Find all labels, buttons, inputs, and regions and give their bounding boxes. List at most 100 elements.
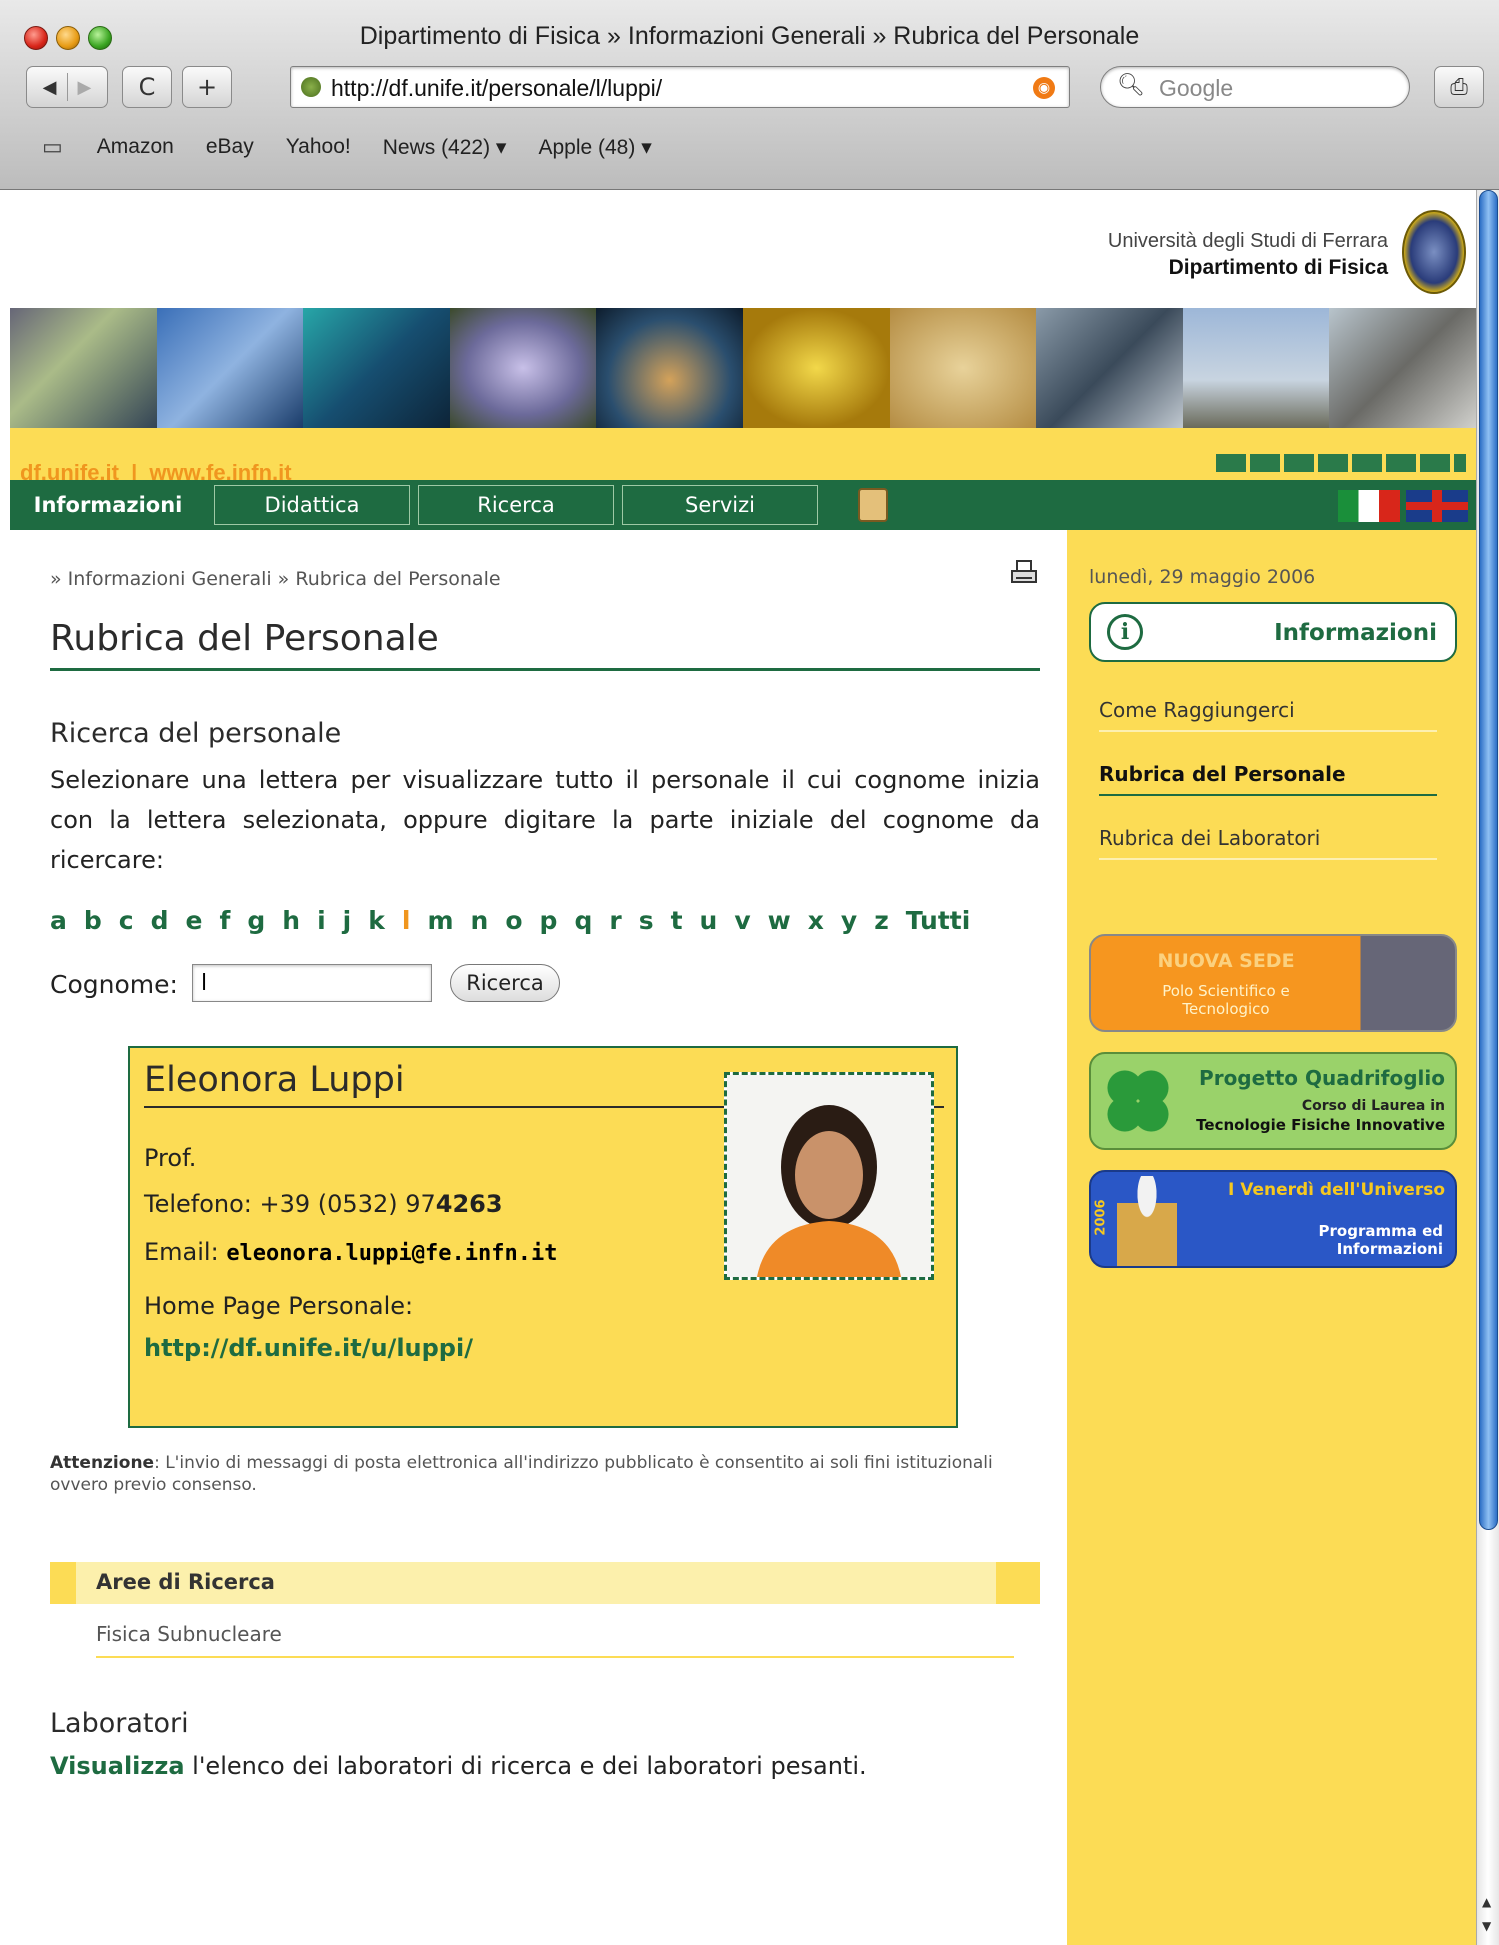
italian-flag-icon[interactable]: [1338, 490, 1400, 522]
letter-link-r[interactable]: r: [609, 906, 621, 935]
rss-icon[interactable]: ◉: [1033, 77, 1055, 99]
reload-icon: C: [138, 73, 156, 101]
person-email: Email: eleonora.luppi@fe.infn.it: [144, 1238, 557, 1266]
book-icon[interactable]: ▭: [42, 134, 63, 160]
bookmark-yahoo[interactable]: Yahoo!: [286, 135, 351, 159]
research-area-item: Fisica Subnucleare: [96, 1622, 282, 1646]
cognome-input[interactable]: [192, 964, 432, 1002]
back-arrow-icon[interactable]: ◀: [43, 77, 57, 98]
scroll-down-arrow-icon[interactable]: ▼: [1482, 1919, 1491, 1933]
notebook-icon[interactable]: [858, 488, 888, 522]
alphabet-index: a b c d e f g h i j k l m n o p q r s t u v w x y z Tutti: [50, 906, 987, 935]
back-forward-buttons[interactable]: ◀ ▶: [26, 66, 108, 108]
banner-image-nebula: [596, 308, 743, 428]
letter-link-t[interactable]: t: [671, 906, 683, 935]
letter-link-d[interactable]: d: [151, 906, 169, 935]
letter-link-p[interactable]: p: [540, 906, 558, 935]
bookmark-news[interactable]: News (422) ▾: [383, 135, 507, 160]
plus-icon: +: [196, 73, 218, 101]
nav-didattica[interactable]: Didattica: [214, 485, 410, 525]
bookmarks-bar: ▭ Amazon eBay Yahoo! News (422) ▾ Apple …: [0, 125, 1499, 169]
page-title: Rubrica del Personale: [50, 618, 439, 659]
letter-link-h[interactable]: h: [282, 906, 300, 935]
printer-icon: ⎙: [1450, 74, 1468, 100]
nav-servizi[interactable]: Servizi: [622, 485, 818, 525]
letter-link-o[interactable]: o: [505, 906, 522, 935]
promo-quadrifoglio[interactable]: Progetto Quadrifoglio Corso di Laurea in…: [1089, 1052, 1457, 1150]
scrollbar-thumb[interactable]: [1479, 190, 1498, 1530]
reload-button[interactable]: C: [122, 66, 172, 108]
sidebar-link-rubrica-laboratori[interactable]: Rubrica dei Laboratori: [1099, 826, 1320, 850]
letter-link-v[interactable]: v: [734, 906, 750, 935]
banner-image-crystal: [449, 308, 597, 428]
uk-flag-icon[interactable]: [1406, 490, 1468, 522]
banner-image-telescope: [156, 308, 304, 428]
labs-description: l'elenco dei laboratori di ricerca e dei…: [184, 1752, 867, 1780]
letter-link-q[interactable]: q: [574, 906, 592, 935]
skyline-graphic: [1216, 454, 1466, 472]
vertical-scrollbar[interactable]: ▲ ▼: [1476, 190, 1499, 1945]
homepage-label: Home Page Personale:: [144, 1292, 414, 1320]
letter-link-a[interactable]: a: [50, 906, 67, 935]
info-icon: i: [1107, 614, 1143, 650]
search-field[interactable]: 🔍︎ Google: [1100, 66, 1410, 108]
letter-link-b[interactable]: b: [84, 906, 102, 935]
university-name: Università degli Studi di Ferrara: [1107, 230, 1388, 252]
letter-link-w[interactable]: w: [768, 906, 791, 935]
homepage-link[interactable]: http://df.unife.it/u/luppi/: [144, 1334, 473, 1362]
sidebar-link-come-raggiungerci[interactable]: Come Raggiungerci: [1099, 698, 1295, 722]
letter-link-f[interactable]: f: [219, 906, 230, 935]
promo-quadrifoglio-line1: Corso di Laurea in: [1301, 1098, 1445, 1114]
letter-link-i[interactable]: i: [317, 906, 326, 935]
visualizza-link[interactable]: Visualizza: [50, 1752, 185, 1780]
letter-link-l[interactable]: l: [402, 906, 411, 935]
informazioni-box[interactable]: i Informazioni: [1089, 602, 1457, 662]
letter-link-j[interactable]: j: [343, 906, 352, 935]
letter-link-n[interactable]: n: [471, 906, 489, 935]
university-seal-logo: [1402, 210, 1466, 294]
print-page-icon[interactable]: [1010, 560, 1038, 586]
scroll-up-arrow-icon[interactable]: ▲: [1482, 1895, 1491, 1909]
letter-link-z[interactable]: z: [874, 906, 889, 935]
print-button[interactable]: ⎙: [1434, 66, 1484, 108]
email-label: Email:: [144, 1238, 219, 1266]
promo-quadrifoglio-line2: Tecnologie Fisiche Innovative: [1196, 1116, 1445, 1134]
letter-link-x[interactable]: x: [808, 906, 824, 935]
letter-link-tutti[interactable]: Tutti: [906, 906, 971, 935]
promo-nuova-sede[interactable]: NUOVA SEDE Polo Scientifico e Tecnologic…: [1089, 934, 1457, 1032]
letter-link-y[interactable]: y: [841, 906, 857, 935]
banner-image-tracks: [742, 308, 890, 428]
forward-arrow-icon[interactable]: ▶: [78, 77, 92, 98]
nav-ricerca[interactable]: Ricerca: [418, 485, 614, 525]
sidebar-link-rubrica-personale[interactable]: Rubrica del Personale: [1099, 762, 1346, 786]
banner-image-lab: [303, 308, 450, 428]
letter-link-k[interactable]: k: [368, 906, 385, 935]
bookmark-amazon[interactable]: Amazon: [97, 135, 174, 159]
banner-image-rocket: [1182, 308, 1330, 428]
person-name: Eleonora Luppi: [144, 1060, 405, 1100]
add-bookmark-button[interactable]: +: [182, 66, 232, 108]
ricerca-button[interactable]: Ricerca: [450, 964, 560, 1002]
search-icon[interactable]: 🔍︎: [1117, 73, 1145, 98]
letter-link-e[interactable]: e: [186, 906, 203, 935]
email-address[interactable]: eleonora.luppi@fe.infn.it: [226, 1241, 557, 1266]
letter-link-c[interactable]: c: [119, 906, 134, 935]
promo-venerdi-line2: Informazioni: [1336, 1240, 1443, 1258]
notice-label: Attenzione: [50, 1453, 155, 1473]
banner-image-accelerator: [1036, 308, 1183, 428]
letter-link-s[interactable]: s: [639, 906, 654, 935]
letter-link-m[interactable]: m: [427, 906, 453, 935]
sidebar-divider-active: [1099, 794, 1437, 796]
cognome-label: Cognome:: [50, 970, 178, 999]
address-bar[interactable]: http://df.unife.it/personale/l/luppi/ ◉: [290, 66, 1070, 108]
nav-informazioni[interactable]: Informazioni: [10, 485, 206, 525]
site-header: Università degli Studi di Ferrara Dipart…: [10, 190, 1476, 308]
promo-quadrifoglio-title: Progetto Quadrifoglio: [1199, 1066, 1445, 1090]
letter-link-u[interactable]: u: [700, 906, 718, 935]
letter-link-g[interactable]: g: [247, 906, 265, 935]
bookmark-apple[interactable]: Apple (48) ▾: [538, 135, 651, 160]
breadcrumb: » Informazioni Generali » Rubrica del Pe…: [50, 568, 501, 590]
promo-venerdi-year: 2006: [1093, 1199, 1109, 1236]
bookmark-ebay[interactable]: eBay: [206, 135, 254, 159]
promo-venerdi-universo[interactable]: 2006 I Venerdì dell'Universo Programma e…: [1089, 1170, 1457, 1268]
